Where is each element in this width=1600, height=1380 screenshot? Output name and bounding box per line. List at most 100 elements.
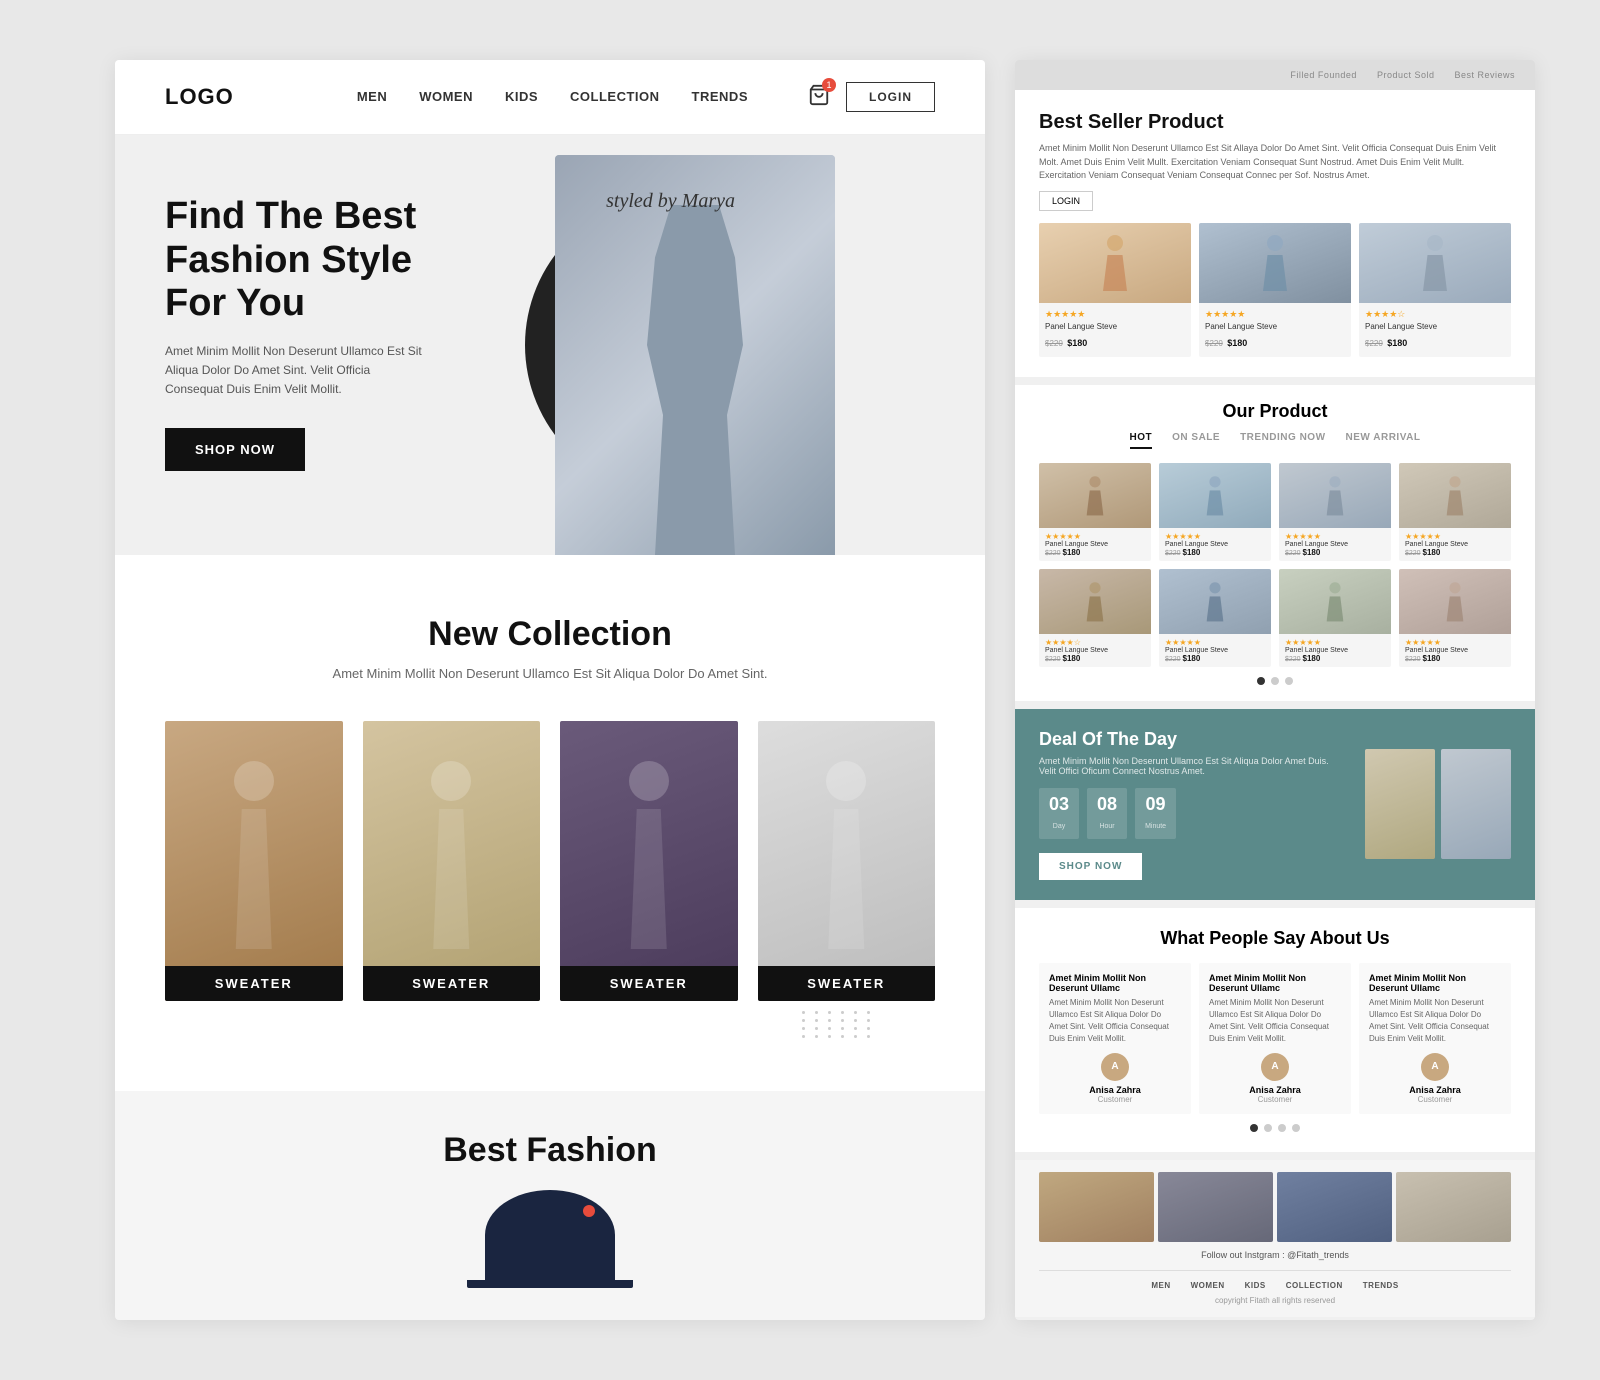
- op-item-8[interactable]: ★★★★★ Panel Langue Steve $220 $180: [1399, 569, 1511, 667]
- nav-actions: 1 LOGIN: [808, 82, 935, 112]
- best-seller-header: Best Seller Product Amet Minim Mollit No…: [1039, 110, 1511, 211]
- collection-item-1[interactable]: SWEATER: [165, 721, 343, 1001]
- bs-text-block: Best Seller Product Amet Minim Mollit No…: [1039, 110, 1511, 211]
- login-button[interactable]: LOGIN: [846, 82, 935, 112]
- op-item-2[interactable]: ★★★★★ Panel Langue Steve $220 $180: [1159, 463, 1271, 561]
- op-item-img-1: [1039, 463, 1151, 528]
- hero-subtitle: Amet Minim Mollit Non Deserunt Ullamco E…: [165, 342, 425, 400]
- tab-trending[interactable]: TRENDING NOW: [1240, 432, 1325, 449]
- cart-badge: 1: [822, 78, 836, 92]
- tab-on-sale[interactable]: ON SALE: [1172, 432, 1220, 449]
- op-item-1[interactable]: ★★★★★ Panel Langue Steve $220 $180: [1039, 463, 1151, 561]
- hero-model-figure: [555, 155, 835, 555]
- new-collection-subtitle: Amet Minim Mollit Non Deserunt Ullamco E…: [165, 666, 935, 681]
- bs-login-button[interactable]: LOGIN: [1039, 191, 1093, 211]
- op-item-4[interactable]: ★★★★★ Panel Langue Steve $220 $180: [1399, 463, 1511, 561]
- testimonial-dots: [1039, 1124, 1511, 1132]
- op-item-img-5: [1039, 569, 1151, 634]
- collection-label-2: SWEATER: [363, 966, 541, 1001]
- dot-2[interactable]: [1264, 1124, 1272, 1132]
- nav-men[interactable]: MEN: [357, 89, 387, 104]
- bs-product-2[interactable]: ★★★★★ Panel Langue Steve $220 $180: [1199, 223, 1351, 357]
- bs-product-img-2: [1199, 223, 1351, 303]
- hero-section: Find The Best Fashion Style For You Amet…: [115, 135, 985, 555]
- bs-product-1[interactable]: ★★★★★ Panel Langue Steve $220 $180: [1039, 223, 1191, 357]
- op-grid-row2: ★★★★☆ Panel Langue Steve $220 $180 ★★★★★…: [1039, 569, 1511, 667]
- nav-women[interactable]: WOMEN: [419, 89, 473, 104]
- insta-img-1[interactable]: [1039, 1172, 1154, 1242]
- best-fashion-section: Best Fashion: [115, 1091, 985, 1320]
- op-item-3[interactable]: ★★★★★ Panel Langue Steve $220 $180: [1279, 463, 1391, 561]
- insta-img-3[interactable]: [1277, 1172, 1392, 1242]
- dot-1[interactable]: [1250, 1124, 1258, 1132]
- tab-hot[interactable]: HOT: [1130, 432, 1153, 449]
- collection-item-4[interactable]: SWEATER: [758, 721, 936, 1001]
- insta-img-4[interactable]: [1396, 1172, 1511, 1242]
- op-item-5[interactable]: ★★★★☆ Panel Langue Steve $220 $180: [1039, 569, 1151, 667]
- collection-label-1: SWEATER: [165, 966, 343, 1001]
- our-product-section: Our Product HOT ON SALE TRENDING NOW NEW…: [1015, 385, 1535, 701]
- op-item-img-3: [1279, 463, 1391, 528]
- op-item-6[interactable]: ★★★★★ Panel Langue Steve $220 $180: [1159, 569, 1271, 667]
- footer-women[interactable]: WOMEN: [1191, 1281, 1225, 1290]
- testimonials-title: What People Say About Us: [1039, 928, 1511, 949]
- bs-product-img-3: [1359, 223, 1511, 303]
- collection-img-3: [560, 721, 738, 1001]
- op-item-img-2: [1159, 463, 1271, 528]
- testimonial-card-1: Amet Minim Mollit Non Deserunt Ullamc Am…: [1039, 963, 1191, 1114]
- testimonial-card-3: Amet Minim Mollit Non Deserunt Ullamc Am…: [1359, 963, 1511, 1114]
- dot-4[interactable]: [1292, 1124, 1300, 1132]
- footer-men[interactable]: MEN: [1151, 1281, 1170, 1290]
- footer-links: MEN WOMEN KIDS COLLECTION TRENDS: [1039, 1270, 1511, 1290]
- nav-kids[interactable]: KIDS: [505, 89, 538, 104]
- deal-img-1: [1365, 749, 1435, 859]
- preview-tag-2: Product Sold: [1377, 70, 1435, 80]
- op-item-img-4: [1399, 463, 1511, 528]
- op-item-7[interactable]: ★★★★★ Panel Langue Steve $220 $180: [1279, 569, 1391, 667]
- nav: LOGO MEN WOMEN KIDS COLLECTION TRENDS 1 …: [115, 60, 985, 135]
- deal-images: [1365, 749, 1511, 859]
- best-seller-title: Best Seller Product: [1039, 110, 1511, 134]
- footer-copyright: copyright Fitath all rights reserved: [1039, 1296, 1511, 1305]
- cart-icon[interactable]: 1: [808, 84, 830, 111]
- avatar-2: A: [1261, 1053, 1289, 1081]
- deal-img-2: [1441, 749, 1511, 859]
- collection-label-3: SWEATER: [560, 966, 738, 1001]
- collection-img-4: [758, 721, 936, 1001]
- collection-label-4: SWEATER: [758, 966, 936, 1001]
- timer-hour: 08 Hour: [1087, 788, 1127, 839]
- footer-kids[interactable]: KIDS: [1245, 1281, 1266, 1290]
- op-item-img-6: [1159, 569, 1271, 634]
- collection-img-2: [363, 721, 541, 1001]
- footer-trends[interactable]: TRENDS: [1363, 1281, 1399, 1290]
- hero-title: Find The Best Fashion Style For You: [165, 195, 445, 326]
- right-panel: Filled Founded Product Sold Best Reviews…: [1015, 60, 1535, 1320]
- avatar-1: A: [1101, 1053, 1129, 1081]
- our-product-title: Our Product: [1039, 401, 1511, 422]
- deal-shop-now-button[interactable]: SHOP NOW: [1039, 853, 1142, 880]
- collection-item-2[interactable]: SWEATER: [363, 721, 541, 1001]
- footer-collection[interactable]: COLLECTION: [1286, 1281, 1343, 1290]
- collection-item-3[interactable]: SWEATER: [560, 721, 738, 1001]
- deal-section: Deal Of The Day Amet Minim Mollit Non De…: [1015, 709, 1535, 900]
- new-collection-title: New Collection: [165, 615, 935, 654]
- tab-new-arrival[interactable]: NEW ARRIVAL: [1346, 432, 1421, 449]
- main-panel: LOGO MEN WOMEN KIDS COLLECTION TRENDS 1 …: [115, 60, 985, 1320]
- nav-collection[interactable]: COLLECTION: [570, 89, 660, 104]
- collection-img-1: [165, 721, 343, 1001]
- preview-tag-1: Filled Founded: [1290, 70, 1357, 80]
- testimonial-cards: Amet Minim Mollit Non Deserunt Ullamc Am…: [1039, 963, 1511, 1114]
- avatar-3: A: [1421, 1053, 1449, 1081]
- shop-now-button[interactable]: SHOP NOW: [165, 428, 305, 471]
- nav-trends[interactable]: TRENDS: [692, 89, 748, 104]
- dot-3[interactable]: [1278, 1124, 1286, 1132]
- right-top-preview: Filled Founded Product Sold Best Reviews: [1015, 60, 1535, 90]
- op-tabs: HOT ON SALE TRENDING NOW NEW ARRIVAL: [1039, 432, 1511, 449]
- bs-products: ★★★★★ Panel Langue Steve $220 $180 ★★★★★…: [1039, 223, 1511, 357]
- testimonial-card-2: Amet Minim Mollit Non Deserunt Ullamc Am…: [1199, 963, 1351, 1114]
- op-item-img-8: [1399, 569, 1511, 634]
- deal-desc: Amet Minim Mollit Non Deserunt Ullamco E…: [1039, 756, 1345, 776]
- hero-script: styled by Marya: [606, 190, 735, 213]
- insta-img-2[interactable]: [1158, 1172, 1273, 1242]
- bs-product-3[interactable]: ★★★★☆ Panel Langue Steve $220 $180: [1359, 223, 1511, 357]
